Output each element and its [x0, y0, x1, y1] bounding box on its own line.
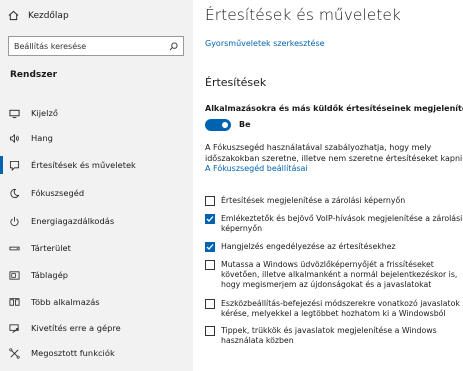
focus-assist-settings-link[interactable]: A Fókuszsegéd beállításai	[205, 164, 463, 175]
sidebar-item-shared-experiences[interactable]: Megosztott funkciók	[0, 341, 193, 365]
sidebar-item-label: Tárterület	[31, 243, 71, 253]
settings-search-input[interactable]: Beállítás keresése	[8, 36, 184, 56]
checkbox-label: követően, illetve alkalmanként a normál …	[221, 270, 458, 279]
search-icon[interactable]	[169, 41, 178, 51]
home-icon	[8, 10, 19, 21]
page-title: Értesítések és műveletek	[205, 6, 401, 24]
storage-icon	[9, 243, 20, 254]
notifications-toggle[interactable]	[205, 119, 231, 131]
sidebar-item-tablet[interactable]: Táblagép	[0, 263, 193, 287]
sidebar-item-notifications[interactable]: Értesítések és műveletek	[0, 153, 193, 177]
settings-sidebar: Kezdőlap Beállítás keresése Rendszer Kij…	[0, 0, 193, 371]
notifications-toggle-label: Alkalmazásokra és más küldők értesítései…	[205, 104, 463, 113]
checkbox-reminders-voip[interactable]: Emlékeztetők és bejövő VoIP-hívások megj…	[205, 214, 462, 234]
notifications-heading: Értesítések	[205, 76, 267, 89]
checkbox-label: használata közben	[221, 336, 294, 345]
sidebar-item-label: Energiagazdálkodás	[31, 216, 115, 226]
display-icon	[9, 108, 20, 119]
checkmark-icon	[206, 216, 214, 222]
toggle-knob	[222, 122, 228, 128]
sidebar-item-label: Több alkalmazás	[31, 297, 100, 307]
sidebar-item-projecting[interactable]: Kivetítés erre a gépre	[0, 316, 193, 340]
sidebar-item-multitasking[interactable]: Több alkalmazás	[0, 290, 193, 314]
sidebar-item-storage[interactable]: Tárterület	[0, 236, 193, 260]
search-placeholder: Beállítás keresése	[14, 41, 87, 51]
tablet-icon	[9, 270, 20, 281]
focus-assist-description: A Fókuszsegéd használatával szabályozhat…	[205, 143, 463, 175]
checkbox-device-setup-suggestions[interactable]: Eszközbeállítás-befejezési módszerekre v…	[205, 299, 460, 319]
edit-quick-actions-link[interactable]: Gyorsműveletek szerkesztése	[205, 39, 325, 48]
projecting-icon	[9, 323, 20, 334]
checkbox-box[interactable]	[205, 326, 215, 336]
description-line: A Fókuszsegéd használatával szabályozhat…	[205, 143, 432, 152]
checkbox-box[interactable]	[205, 260, 215, 270]
sidebar-item-label: Kijelző	[31, 108, 58, 118]
sidebar-item-label: Táblagép	[31, 270, 69, 280]
sidebar-item-label: Értesítések és műveletek	[31, 160, 136, 170]
sidebar-item-focus-assist[interactable]: Fókuszsegéd	[0, 181, 193, 205]
sidebar-item-label: Fókuszsegéd	[31, 188, 85, 198]
checkbox-box[interactable]	[205, 299, 215, 309]
multitasking-icon	[9, 297, 20, 308]
checkbox-label: képernyőn	[221, 224, 263, 233]
checkbox-tips-tricks[interactable]: Tippek, trükkök és javaslatok megjelenít…	[205, 326, 437, 346]
moon-icon	[9, 188, 20, 199]
checkbox-welcome-experience[interactable]: Mutassa a Windows üdvözlőképernyőjét a f…	[205, 260, 457, 290]
shared-icon	[9, 347, 20, 359]
speaker-icon	[9, 133, 20, 144]
checkbox-label: Eszközbeállítás-befejezési módszerekre v…	[221, 299, 460, 308]
home-link[interactable]: Kezdőlap	[8, 10, 69, 21]
sidebar-item-label: Megosztott funkciók	[31, 348, 115, 358]
checkbox-label: Tippek, trükkök és javaslatok megjelenít…	[221, 326, 437, 335]
checkbox-label: hogy megismerjem az újdonságokat és a ja…	[221, 280, 432, 289]
checkbox-label: Hangjelzés engedélyezése az értesítésekh…	[221, 242, 396, 251]
notification-icon	[9, 160, 20, 171]
sidebar-item-display[interactable]: Kijelző	[0, 101, 193, 125]
toggle-state-label: Be	[239, 120, 251, 129]
home-label: Kezdőlap	[28, 10, 69, 21]
sidebar-item-sound[interactable]: Hang	[0, 126, 193, 150]
settings-content: Értesítések és műveletek Gyorsműveletek …	[193, 0, 463, 371]
checkbox-label: kérése, melyekkel a legtöbbet hozhatom k…	[221, 309, 446, 318]
checkbox-notification-sounds[interactable]: Hangjelzés engedélyezése az értesítésekh…	[205, 242, 396, 252]
checkbox-label: Emlékeztetők és bejövő VoIP-hívások megj…	[221, 214, 463, 223]
checkbox-box[interactable]	[205, 214, 215, 224]
section-title: Rendszer	[10, 70, 58, 80]
checkbox-label: Mutassa a Windows üdvözlőképernyőjét a f…	[221, 260, 434, 269]
checkbox-box[interactable]	[205, 242, 215, 252]
checkbox-box[interactable]	[205, 196, 215, 206]
sidebar-item-label: Kivetítés erre a gépre	[31, 323, 121, 333]
description-line: időszakokban szeretne, illetve nem szere…	[205, 153, 463, 163]
power-icon	[9, 216, 20, 227]
checkmark-icon	[206, 244, 214, 250]
sidebar-item-label: Hang	[31, 133, 53, 143]
sidebar-item-power[interactable]: Energiagazdálkodás	[0, 209, 193, 233]
checkbox-label: Értesítések megjelenítése a zárolási kép…	[221, 196, 406, 205]
checkbox-lock-screen-notifications[interactable]: Értesítések megjelenítése a zárolási kép…	[205, 196, 405, 206]
